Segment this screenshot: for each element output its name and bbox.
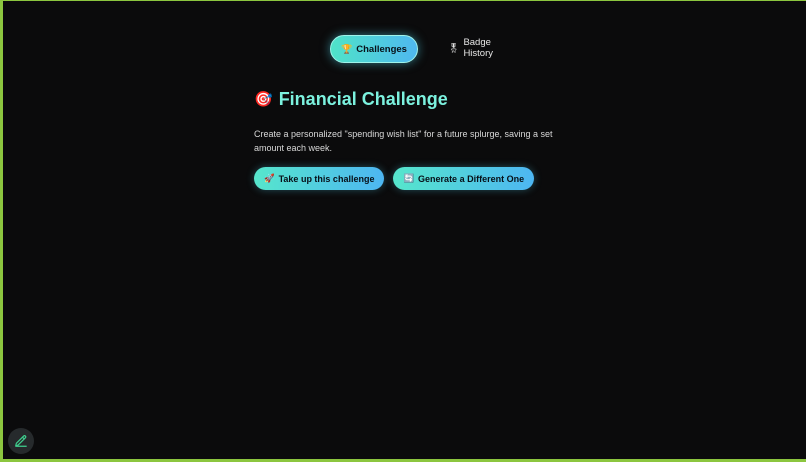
target-icon: 🎯	[254, 91, 273, 108]
tab-label: Badge History	[463, 37, 493, 59]
challenge-panel: 🎯 Financial Challenge Create a personali…	[254, 85, 564, 190]
generate-different-button[interactable]: 🔄 Generate a Different One	[393, 167, 535, 190]
tab-bar: 🏆 Challenges 🎖 Badge History	[3, 35, 806, 63]
challenge-title: 🎯 Financial Challenge	[254, 85, 564, 113]
edit-button[interactable]	[8, 428, 34, 454]
button-label: Take up this challenge	[278, 173, 375, 184]
challenge-actions: 🚀 Take up this challenge 🔄 Generate a Di…	[254, 167, 564, 190]
tab-challenges[interactable]: 🏆 Challenges	[330, 35, 418, 63]
app-frame: 🏆 Challenges 🎖 Badge History 🎯 Financial…	[3, 1, 806, 459]
take-up-challenge-button[interactable]: 🚀 Take up this challenge	[254, 167, 385, 190]
medal-icon: 🎖	[448, 42, 460, 53]
button-label: Generate a Different One	[418, 173, 525, 184]
tab-badge-history[interactable]: 🎖 Badge History	[434, 35, 528, 61]
trophy-icon: 🏆	[341, 43, 353, 54]
pencil-icon	[15, 435, 27, 447]
challenge-description: Create a personalized "spending wish lis…	[254, 129, 553, 153]
rocket-icon: 🚀	[264, 173, 275, 183]
refresh-icon: 🔄	[403, 173, 415, 183]
tab-label: Challenges	[356, 43, 407, 55]
challenge-title-text: Financial Challenge	[278, 88, 448, 109]
